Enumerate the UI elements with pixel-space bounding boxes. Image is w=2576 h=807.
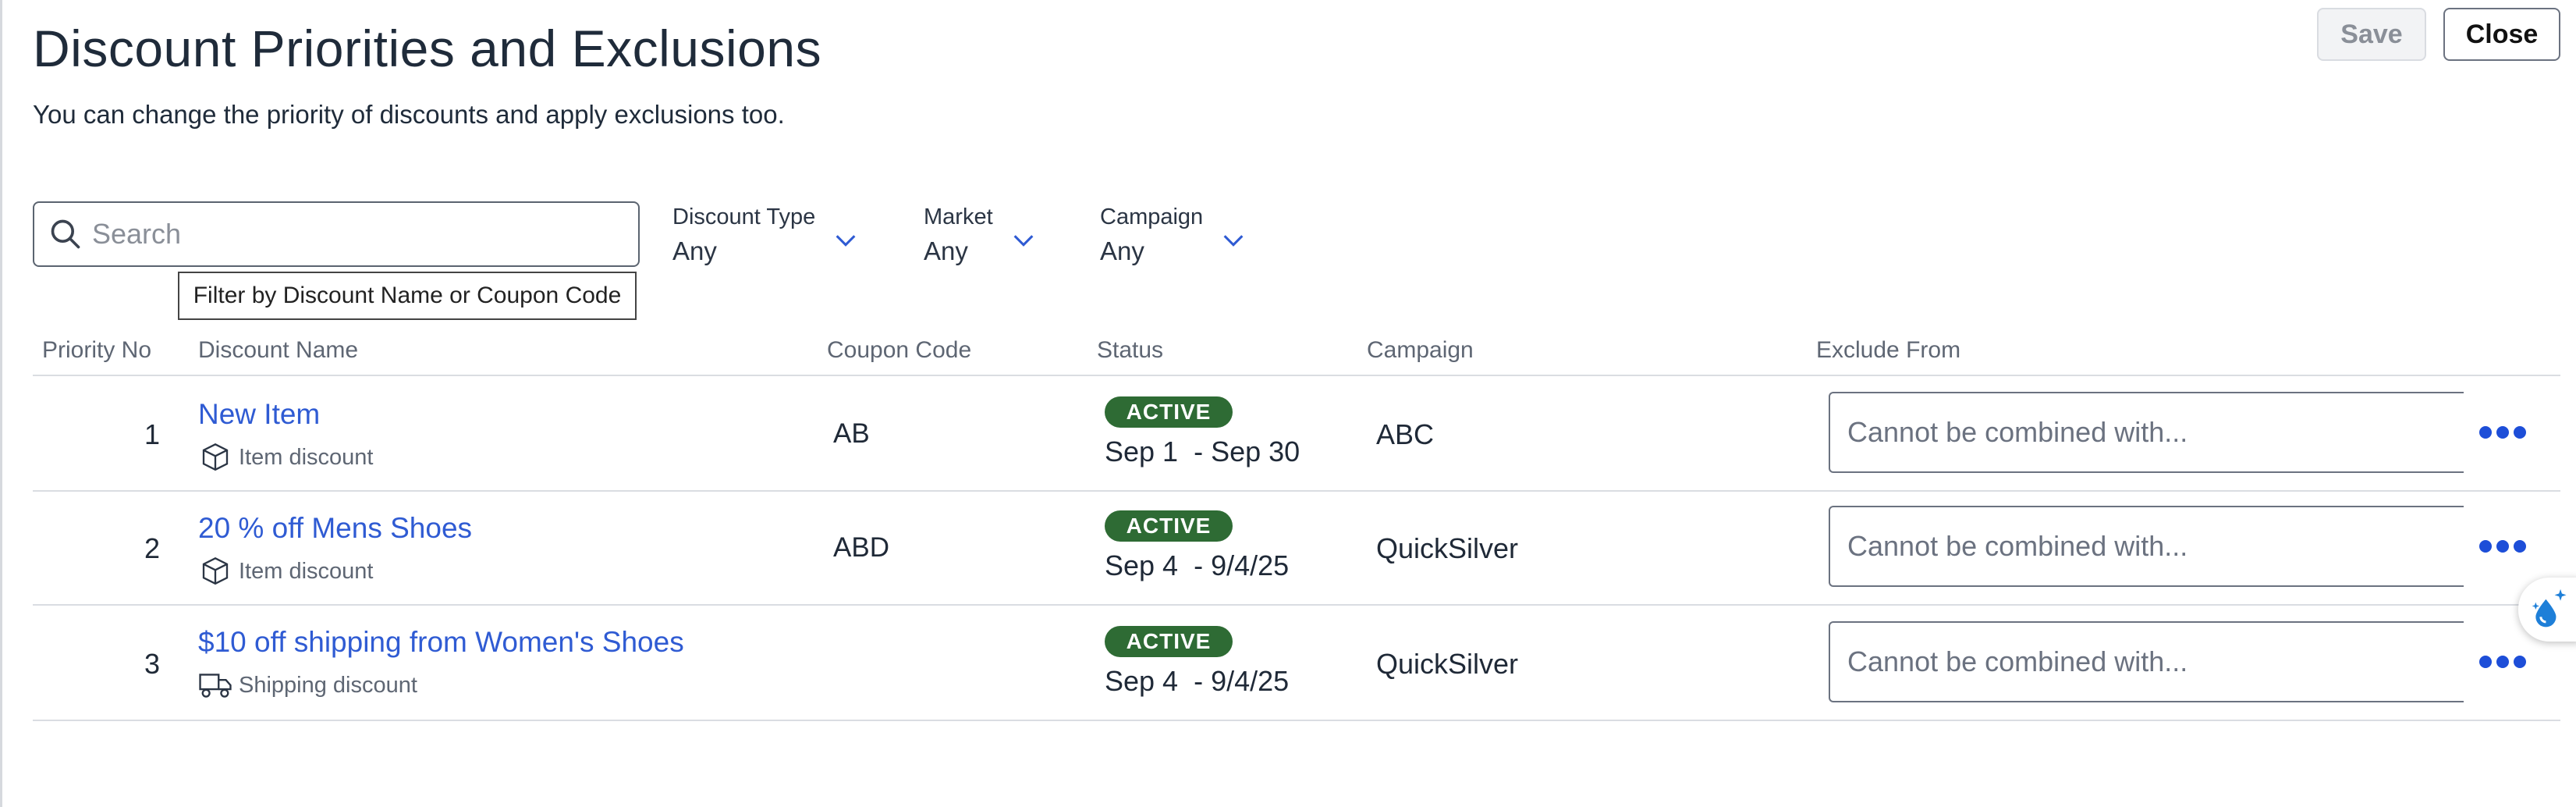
discount-type-label: Shipping discount xyxy=(239,672,417,698)
truck-icon xyxy=(199,674,232,698)
page-title: Discount Priorities and Exclusions xyxy=(33,20,822,77)
filter-value: Any xyxy=(672,236,717,265)
divider xyxy=(33,375,2560,376)
save-button[interactable]: Save xyxy=(2317,8,2426,61)
status-badge: ACTIVE xyxy=(1105,626,1233,657)
filter-label: Discount Type xyxy=(672,204,816,229)
date-range: Sep 1 - Sep 30 xyxy=(1105,435,1300,467)
search-tooltip: Filter by Discount Name or Coupon Code xyxy=(178,272,637,320)
header-campaign: Campaign xyxy=(1367,337,1474,363)
more-options-icon[interactable] xyxy=(2478,654,2528,670)
campaign-name: QuickSilver xyxy=(1376,648,1519,680)
search-input[interactable] xyxy=(90,217,624,251)
discount-type-label: Item discount xyxy=(239,558,374,584)
header-exclude-from: Exclude From xyxy=(1816,337,1961,363)
exclude-input[interactable] xyxy=(1846,415,2442,450)
top-actions: Save Close xyxy=(2317,8,2560,61)
filter-discount-type[interactable]: Discount Type Any xyxy=(672,204,859,266)
discount-type: Item discount xyxy=(198,442,373,473)
filter-value: Any xyxy=(1100,236,1144,265)
campaign-name: ABC xyxy=(1376,418,1435,450)
search-icon xyxy=(51,219,80,249)
coupon-code: ABD xyxy=(833,532,889,563)
exclude-input[interactable] xyxy=(1846,529,2442,563)
header-status: Status xyxy=(1097,337,1164,363)
coupon-code: AB xyxy=(833,418,870,449)
discount-name-link[interactable]: $10 off shipping from Women's Shoes xyxy=(198,626,684,659)
status-badge: ACTIVE xyxy=(1105,396,1233,428)
discount-type: Shipping discount xyxy=(198,670,417,701)
date-range: Sep 4 - 9/4/25 xyxy=(1105,665,1290,697)
divider xyxy=(33,720,2560,721)
header-priority: Priority No xyxy=(42,337,152,363)
date-range: Sep 4 - 9/4/25 xyxy=(1105,549,1290,581)
chevron-down-icon[interactable] xyxy=(1220,227,1247,254)
priority-number: 3 xyxy=(144,648,160,680)
chevron-down-icon[interactable] xyxy=(832,227,859,254)
discount-name-link[interactable]: New Item xyxy=(198,398,320,431)
priority-number: 2 xyxy=(144,532,160,564)
priority-number: 1 xyxy=(144,418,160,450)
filter-campaign[interactable]: Campaign Any xyxy=(1100,204,1247,266)
header-coupon-code: Coupon Code xyxy=(827,337,972,363)
more-options-icon[interactable] xyxy=(2478,539,2528,554)
campaign-name: QuickSilver xyxy=(1376,532,1519,564)
close-button[interactable]: Close xyxy=(2443,8,2560,61)
exclude-input[interactable] xyxy=(1846,645,2442,679)
filter-label: Market xyxy=(924,204,993,229)
search-field[interactable] xyxy=(33,201,640,267)
filter-value: Any xyxy=(924,236,968,265)
chevron-down-icon[interactable] xyxy=(1010,227,1037,254)
header-discount-name: Discount Name xyxy=(198,337,359,363)
exclude-field[interactable] xyxy=(1829,392,2464,473)
exclude-field[interactable] xyxy=(1829,506,2464,587)
status-badge: ACTIVE xyxy=(1105,510,1233,542)
discount-type: Item discount xyxy=(198,556,373,587)
filter-market[interactable]: Market Any xyxy=(924,204,1037,266)
sparkle-drop-icon xyxy=(2532,588,2567,627)
exclude-field[interactable] xyxy=(1829,621,2464,702)
divider xyxy=(33,490,2560,492)
box-icon xyxy=(202,557,229,585)
more-options-icon[interactable] xyxy=(2478,425,2528,440)
discount-name-link[interactable]: 20 % off Mens Shoes xyxy=(198,512,472,545)
discount-type-label: Item discount xyxy=(239,444,374,470)
ai-assistant-button[interactable] xyxy=(2518,578,2576,642)
box-icon xyxy=(202,443,229,471)
discount-priorities-page: Discount Priorities and Exclusions You c… xyxy=(0,0,2576,807)
divider xyxy=(33,604,2560,606)
left-border xyxy=(0,0,2,807)
filter-label: Campaign xyxy=(1100,204,1204,229)
page-subtitle: You can change the priority of discounts… xyxy=(33,100,785,129)
